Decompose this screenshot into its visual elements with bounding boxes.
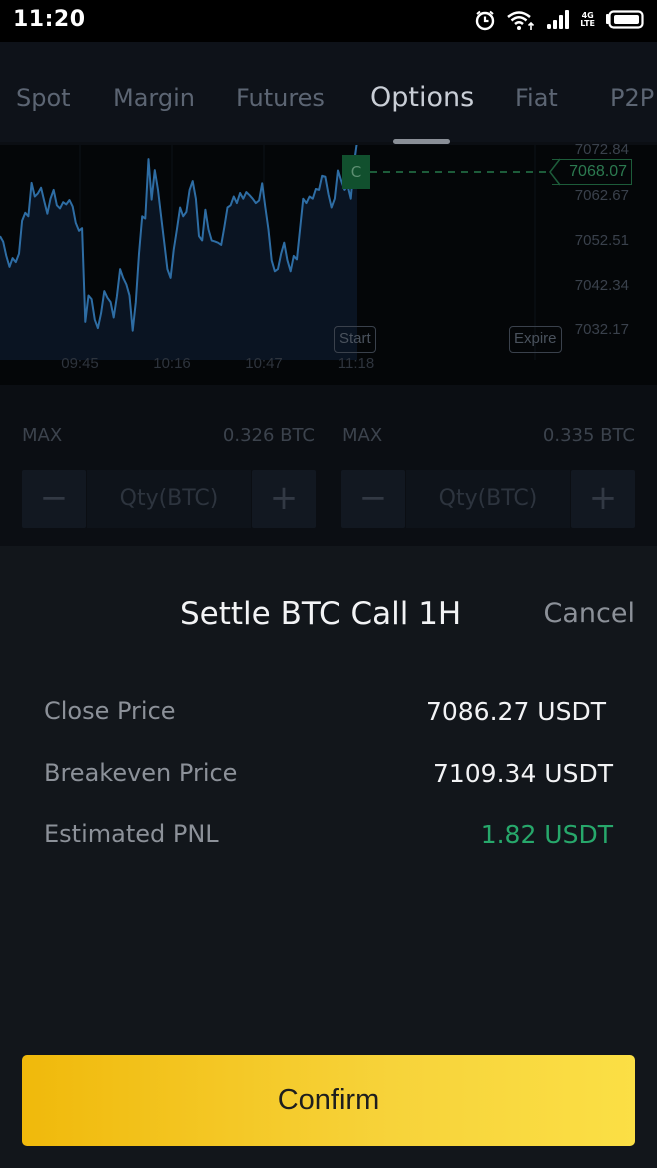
tab-p2p[interactable]: P2P bbox=[610, 84, 654, 112]
right-max-label: MAX bbox=[342, 425, 383, 446]
breakeven-price-label: Breakeven Price bbox=[44, 759, 238, 787]
close-price-label: Close Price bbox=[44, 697, 176, 725]
current-price-tag: 7068.07 bbox=[552, 158, 632, 185]
tab-spot[interactable]: Spot bbox=[16, 84, 71, 112]
tab-futures[interactable]: Futures bbox=[236, 84, 325, 112]
right-increment-button[interactable]: + bbox=[571, 470, 635, 528]
x-tick-label: 10:16 bbox=[153, 355, 191, 372]
right-qty-stepper: − Qty(BTC) + bbox=[341, 470, 635, 528]
close-price-value: 7086.27 USDT bbox=[425, 697, 606, 726]
right-decrement-button[interactable]: − bbox=[341, 470, 405, 528]
settle-bottom-sheet: Settle BTC Call 1H Cancel Close Price 70… bbox=[0, 546, 657, 1168]
start-chip: Start bbox=[334, 326, 376, 353]
x-tick-label: 10:47 bbox=[245, 355, 283, 372]
right-max-value: 0.335 BTC bbox=[542, 425, 635, 446]
alarm-icon bbox=[474, 9, 496, 31]
status-time: 11:20 bbox=[13, 7, 86, 32]
tab-margin[interactable]: Margin bbox=[113, 84, 195, 112]
wifi-icon bbox=[506, 9, 536, 31]
options-trading-page: Spot Margin Futures Options Fiat P2P 707… bbox=[0, 42, 657, 546]
y-tick-label: 7042.34 bbox=[574, 277, 629, 294]
active-tab-indicator bbox=[393, 139, 450, 144]
network-lte-label: LTE bbox=[580, 19, 595, 28]
sheet-title: Settle BTC Call 1H bbox=[180, 596, 462, 632]
cancel-button[interactable]: Cancel bbox=[544, 598, 635, 629]
status-icons: 4G LTE bbox=[474, 8, 645, 32]
tab-fiat[interactable]: Fiat bbox=[515, 84, 558, 112]
4g-lte-icon: 4G LTE bbox=[580, 12, 595, 28]
left-max-label: MAX bbox=[22, 425, 63, 446]
price-area-fill bbox=[0, 145, 357, 360]
breakeven-price-value: 7109.34 USDT bbox=[432, 759, 613, 788]
x-tick-label: 11:18 bbox=[337, 355, 375, 372]
y-tick-label: 7062.67 bbox=[574, 187, 629, 204]
status-bar: 11:20 4G LTE bbox=[0, 0, 657, 42]
right-qty-input[interactable]: Qty(BTC) bbox=[406, 470, 570, 528]
left-decrement-button[interactable]: − bbox=[22, 470, 86, 528]
estimated-pnl-value: 1.82 USDT bbox=[480, 820, 613, 849]
left-qty-input[interactable]: Qty(BTC) bbox=[87, 470, 251, 528]
y-tick-label: 7052.51 bbox=[574, 232, 629, 249]
y-tick-label: 7032.17 bbox=[574, 321, 629, 338]
left-qty-stepper: − Qty(BTC) + bbox=[22, 470, 316, 528]
call-marker: C bbox=[342, 154, 370, 189]
expire-chip: Expire bbox=[509, 326, 562, 353]
price-chart[interactable]: 7072.84 7062.67 7052.51 7042.34 7032.17 … bbox=[0, 141, 657, 385]
battery-icon bbox=[605, 10, 645, 30]
left-increment-button[interactable]: + bbox=[252, 470, 316, 528]
signal-icon bbox=[546, 10, 570, 30]
y-tick-label: 7072.84 bbox=[574, 141, 629, 158]
tab-options[interactable]: Options bbox=[370, 82, 474, 113]
market-tabs: Spot Margin Futures Options Fiat P2P bbox=[0, 42, 657, 144]
x-tick-label: 09:45 bbox=[61, 355, 99, 372]
confirm-button[interactable]: Confirm bbox=[22, 1055, 635, 1146]
estimated-pnl-label: Estimated PNL bbox=[44, 820, 219, 848]
left-max-value: 0.326 BTC bbox=[222, 425, 315, 446]
